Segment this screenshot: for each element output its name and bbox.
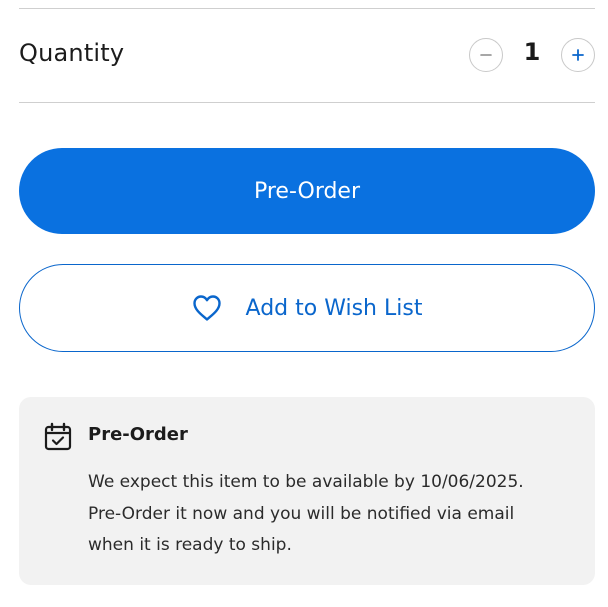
divider-bottom <box>19 102 595 103</box>
notice-line: We expect this item to be available by 1… <box>88 472 524 492</box>
notice-body: We expect this item to be available by 1… <box>88 467 558 562</box>
preorder-notice: Pre-Order We expect this item to be avai… <box>19 397 595 585</box>
product-purchase-panel: Quantity 1 Pre-Order Add to Wish List Pr… <box>0 0 608 607</box>
increment-button[interactable] <box>561 38 595 72</box>
preorder-button-label: Pre-Order <box>253 178 361 204</box>
wishlist-button-label: Add to Wish List <box>245 295 423 321</box>
notice-title: Pre-Order <box>88 424 188 445</box>
quantity-row: Quantity 1 <box>19 9 595 102</box>
plus-icon <box>572 49 584 61</box>
quantity-stepper: 1 <box>469 36 595 74</box>
decrement-button[interactable] <box>469 38 503 72</box>
calendar-check-icon <box>43 422 73 452</box>
notice-line: Pre-Order it now and you will be notifie… <box>88 503 515 524</box>
preorder-button[interactable]: Pre-Order <box>19 148 595 234</box>
notice-line: when it is ready to ship. <box>88 535 292 555</box>
add-to-wishlist-button[interactable]: Add to Wish List <box>19 264 595 352</box>
minus-icon <box>480 54 492 56</box>
heart-icon <box>192 294 222 322</box>
quantity-label: Quantity <box>19 39 125 67</box>
quantity-value: 1 <box>523 38 541 66</box>
